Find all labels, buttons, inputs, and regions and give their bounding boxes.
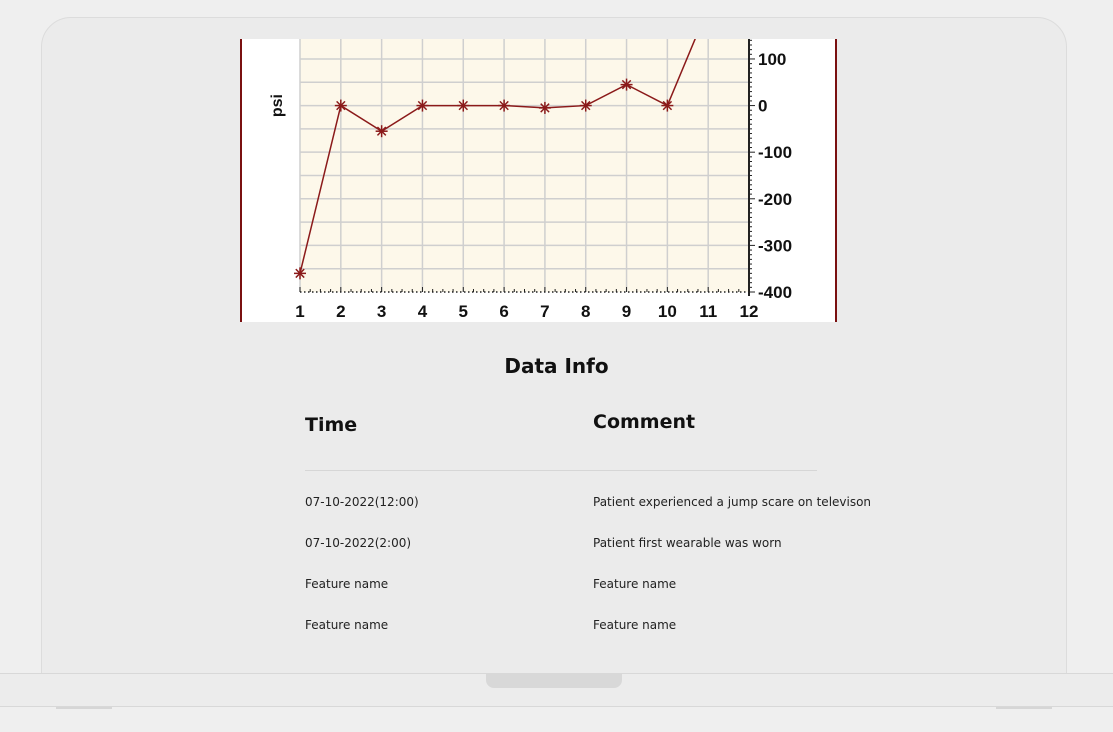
x-tick-label: 11 bbox=[699, 302, 717, 321]
x-tick-label: 10 bbox=[658, 302, 677, 321]
section-title: Data Info bbox=[504, 354, 609, 378]
cell-time: Feature name bbox=[305, 577, 389, 591]
y-tick-label: -100 bbox=[758, 143, 792, 162]
cell-comment: Patient experienced a jump scare on tele… bbox=[593, 495, 872, 509]
y-tick-label: -200 bbox=[758, 190, 792, 209]
x-tick-label: 8 bbox=[581, 302, 590, 321]
y-tick-label: -400 bbox=[758, 283, 792, 302]
table-divider bbox=[305, 470, 817, 471]
cell-comment: Feature name bbox=[593, 577, 677, 591]
y-axis-label: psi bbox=[269, 94, 286, 117]
x-tick-label: 7 bbox=[540, 302, 549, 321]
psi-chart: 100 0 -100 -200 -300 -400 1 2 3 4 5 6 7 8 9 10 11 12 psi bbox=[240, 39, 837, 322]
laptop-notch bbox=[486, 673, 622, 688]
data-point bbox=[498, 99, 511, 112]
x-tick-label: 3 bbox=[377, 302, 386, 321]
x-tick-label: 5 bbox=[459, 302, 468, 321]
x-tick-label: 4 bbox=[418, 302, 428, 321]
laptop-foot-right bbox=[996, 707, 1052, 709]
cell-comment: Patient first wearable was worn bbox=[593, 536, 782, 550]
x-tick-label: 1 bbox=[295, 302, 304, 321]
cell-time: Feature name bbox=[305, 618, 389, 632]
y-tick-label: 0 bbox=[758, 97, 767, 116]
plot-background bbox=[300, 39, 749, 292]
x-tick-label: 12 bbox=[740, 302, 759, 321]
cell-comment: Feature name bbox=[593, 618, 677, 632]
column-header-comment: Comment bbox=[593, 411, 696, 433]
laptop-foot-left bbox=[56, 707, 112, 709]
cell-time: 07-10-2022(2:00) bbox=[305, 536, 412, 550]
x-tick-label: 2 bbox=[336, 302, 345, 321]
x-tick-label: 6 bbox=[499, 302, 508, 321]
column-header-time: Time bbox=[305, 414, 358, 436]
cell-time: 07-10-2022(12:00) bbox=[305, 495, 419, 509]
y-tick-label: -300 bbox=[758, 236, 792, 255]
chart-svg: 1000-100-200-300-4001 2 3 4 5 6 7 8 9 10 11 12psi bbox=[269, 39, 792, 321]
x-tick-label: 9 bbox=[622, 302, 631, 321]
y-tick-label: 100 bbox=[758, 50, 786, 69]
